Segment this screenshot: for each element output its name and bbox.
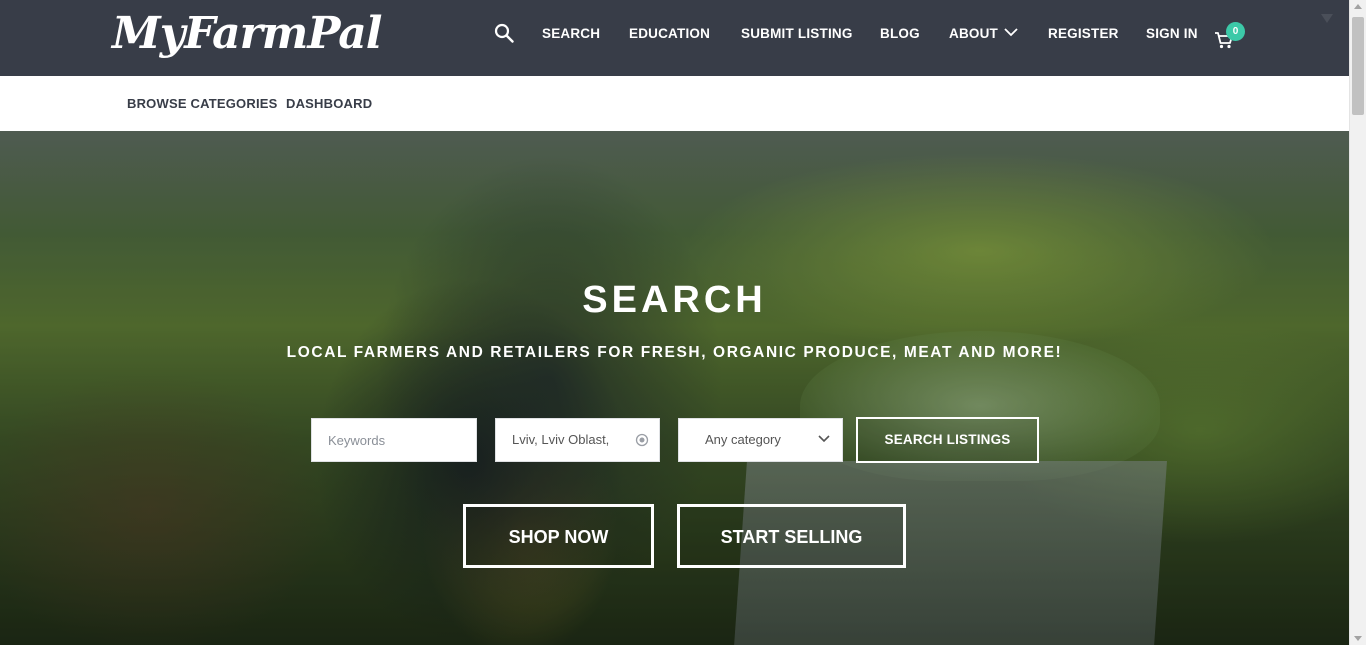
category-value: Any category <box>705 432 781 447</box>
chevron-down-icon <box>818 435 830 443</box>
nav-sign-in[interactable]: SIGN IN <box>1146 26 1198 41</box>
nav-search[interactable]: SEARCH <box>542 26 600 41</box>
cart-count-badge: 0 <box>1226 22 1245 41</box>
nav-about[interactable]: ABOUT <box>949 26 998 41</box>
location-field[interactable]: Lviv, Lviv Oblast, <box>495 418 660 462</box>
hero-title: SEARCH <box>582 279 767 321</box>
corner-triangle-icon <box>1321 14 1333 23</box>
search-listings-button[interactable]: SEARCH LISTINGS <box>856 417 1039 463</box>
sub-navigation: BROWSE CATEGORIES DASHBOARD <box>0 76 1349 131</box>
locate-icon[interactable] <box>635 433 649 447</box>
keywords-input[interactable] <box>328 419 476 461</box>
hero-section: SEARCH LOCAL FARMERS AND RETAILERS FOR F… <box>0 131 1349 645</box>
scroll-thumb[interactable] <box>1352 17 1364 115</box>
nav-register[interactable]: REGISTER <box>1048 26 1119 41</box>
location-value: Lviv, Lviv Oblast, <box>512 432 610 447</box>
nav-submit-listing[interactable]: SUBMIT LISTING <box>741 26 853 41</box>
nav-education[interactable]: EDUCATION <box>629 26 710 41</box>
page-scrollbar[interactable] <box>1349 0 1366 645</box>
subnav-dashboard[interactable]: DASHBOARD <box>286 96 372 111</box>
scroll-down-arrow-icon[interactable] <box>1354 636 1362 641</box>
site-logo[interactable]: MyFarmPal <box>112 8 382 59</box>
hero-overlay <box>0 131 1349 645</box>
category-select[interactable]: Any category <box>678 418 843 462</box>
shop-now-button[interactable]: SHOP NOW <box>463 504 654 568</box>
search-icon[interactable] <box>494 23 514 43</box>
hero-subtitle: LOCAL FARMERS AND RETAILERS FOR FRESH, O… <box>286 344 1063 361</box>
keywords-field[interactable] <box>311 418 477 462</box>
top-header: MyFarmPal SEARCH EDUCATION SUBMIT LISTIN… <box>0 0 1349 76</box>
start-selling-button[interactable]: START SELLING <box>677 504 906 568</box>
scroll-up-arrow-icon[interactable] <box>1354 4 1362 9</box>
nav-blog[interactable]: BLOG <box>880 26 920 41</box>
chevron-down-icon[interactable] <box>1004 27 1018 37</box>
subnav-browse-categories[interactable]: BROWSE CATEGORIES <box>127 96 278 111</box>
